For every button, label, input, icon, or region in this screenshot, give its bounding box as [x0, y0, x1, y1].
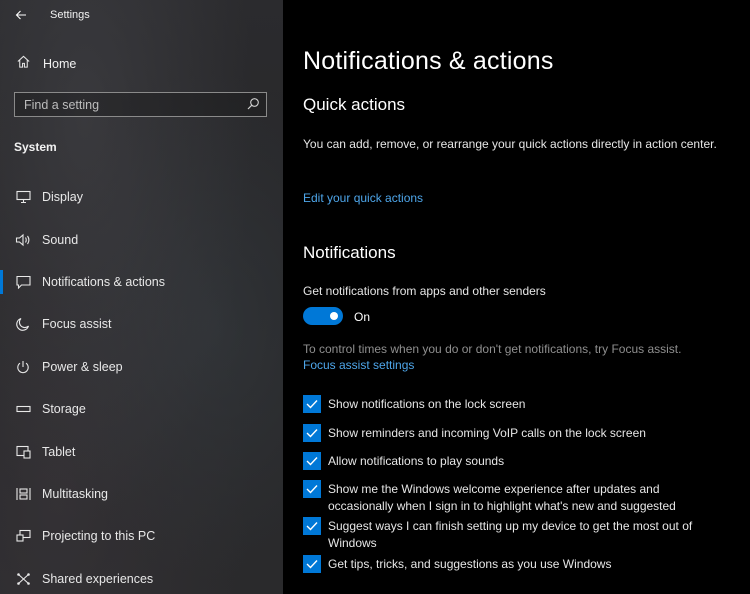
checkmark-icon: [306, 400, 318, 409]
sidebar-item-label: Notifications & actions: [42, 274, 165, 289]
option-label: Show reminders and incoming VoIP calls o…: [328, 426, 646, 440]
sidebar-item-projecting[interactable]: Projecting to this PC: [0, 515, 283, 557]
checkbox[interactable]: [303, 452, 321, 470]
sidebar-item-label: Multitasking: [42, 486, 108, 501]
quick-actions-heading: Quick actions: [303, 95, 406, 114]
search-icon[interactable]: [246, 97, 260, 111]
option-play-sounds[interactable]: Allow notifications to play sounds: [303, 452, 723, 470]
search-box[interactable]: [14, 92, 267, 117]
option-label: Show notifications on the lock screen: [328, 397, 526, 411]
option-welcome-experience[interactable]: Show me the Windows welcome experience a…: [303, 480, 723, 514]
sidebar-nav: Display Sound Notifications & actions Fo…: [0, 176, 283, 594]
sidebar-item-label: Projecting to this PC: [42, 529, 156, 544]
sidebar-item-sound[interactable]: Sound: [0, 218, 283, 260]
quick-actions-description: You can add, remove, or rearrange your q…: [303, 137, 717, 151]
checkbox[interactable]: [303, 517, 321, 535]
sidebar-item-label: Storage: [42, 402, 86, 417]
shared-icon: [15, 571, 31, 587]
page-title: Notifications & actions: [303, 47, 554, 75]
checkbox[interactable]: [303, 424, 321, 442]
sidebar-item-label: Sound: [42, 232, 79, 247]
focus-assist-note: To control times when you do or don't ge…: [303, 342, 682, 356]
power-icon: [15, 359, 31, 375]
speaker-icon: [15, 232, 31, 248]
tablet-icon: [15, 444, 31, 460]
checkmark-icon: [306, 522, 318, 531]
monitor-icon: [15, 189, 31, 205]
multitasking-icon: [15, 486, 31, 502]
main-content: Notifications & actions Quick actions Yo…: [283, 0, 750, 594]
home-icon: [16, 54, 31, 74]
sidebar-item-label: Power & sleep: [42, 359, 123, 374]
sidebar-item-power-sleep[interactable]: Power & sleep: [0, 346, 283, 388]
title-bar: Settings: [0, 4, 283, 26]
notifications-heading: Notifications: [303, 243, 396, 262]
checkmark-icon: [306, 457, 318, 466]
option-label: Get tips, tricks, and suggestions as you…: [328, 557, 612, 571]
sidebar-item-notifications[interactable]: Notifications & actions: [0, 261, 283, 303]
sidebar-item-shared-experiences[interactable]: Shared experiences: [0, 558, 283, 594]
notifications-toggle[interactable]: [303, 307, 343, 325]
option-suggest-setup[interactable]: Suggest ways I can finish setting up my …: [303, 517, 723, 551]
option-label: Suggest ways I can finish setting up my …: [328, 519, 693, 550]
search-input[interactable]: [24, 97, 234, 112]
section-title: System: [14, 140, 57, 154]
sidebar-item-label: Focus assist: [42, 317, 112, 332]
sidebar-item-focus-assist[interactable]: Focus assist: [0, 303, 283, 345]
projector-icon: [15, 528, 31, 544]
checkbox[interactable]: [303, 480, 321, 498]
option-lock-screen[interactable]: Show notifications on the lock screen: [303, 395, 723, 413]
toggle-knob: [330, 312, 338, 320]
toggle-state-label: On: [354, 310, 371, 324]
option-reminders-voip[interactable]: Show reminders and incoming VoIP calls o…: [303, 424, 723, 442]
option-label: Allow notifications to play sounds: [328, 454, 505, 468]
back-arrow-icon[interactable]: [14, 8, 28, 22]
sidebar-item-home[interactable]: Home: [0, 52, 283, 76]
window-title: Settings: [50, 9, 90, 21]
checkbox[interactable]: [303, 555, 321, 573]
checkmark-icon: [306, 429, 318, 438]
notification-icon: [15, 274, 31, 290]
sidebar-item-multitasking[interactable]: Multitasking: [0, 473, 283, 515]
moon-icon: [15, 316, 31, 332]
sidebar-item-tablet[interactable]: Tablet: [0, 430, 283, 472]
sidebar: Settings Home System Display: [0, 0, 283, 594]
sidebar-item-label: Display: [42, 190, 83, 205]
storage-icon: [15, 401, 31, 417]
option-tips-tricks[interactable]: Get tips, tricks, and suggestions as you…: [303, 555, 723, 573]
sidebar-item-label: Shared experiences: [42, 571, 154, 586]
focus-assist-settings-link[interactable]: Focus assist settings: [303, 358, 414, 372]
sidebar-item-storage[interactable]: Storage: [0, 388, 283, 430]
sidebar-item-display[interactable]: Display: [0, 176, 283, 218]
edit-quick-actions-link[interactable]: Edit your quick actions: [303, 191, 423, 205]
checkmark-icon: [306, 485, 318, 494]
sidebar-item-label: Tablet: [42, 444, 76, 459]
home-label: Home: [43, 57, 77, 71]
checkmark-icon: [306, 560, 318, 569]
settings-window: Settings Home System Display: [0, 0, 750, 594]
checkbox[interactable]: [303, 395, 321, 413]
toggle-caption: Get notifications from apps and other se…: [303, 284, 546, 298]
option-label: Show me the Windows welcome experience a…: [328, 482, 676, 513]
